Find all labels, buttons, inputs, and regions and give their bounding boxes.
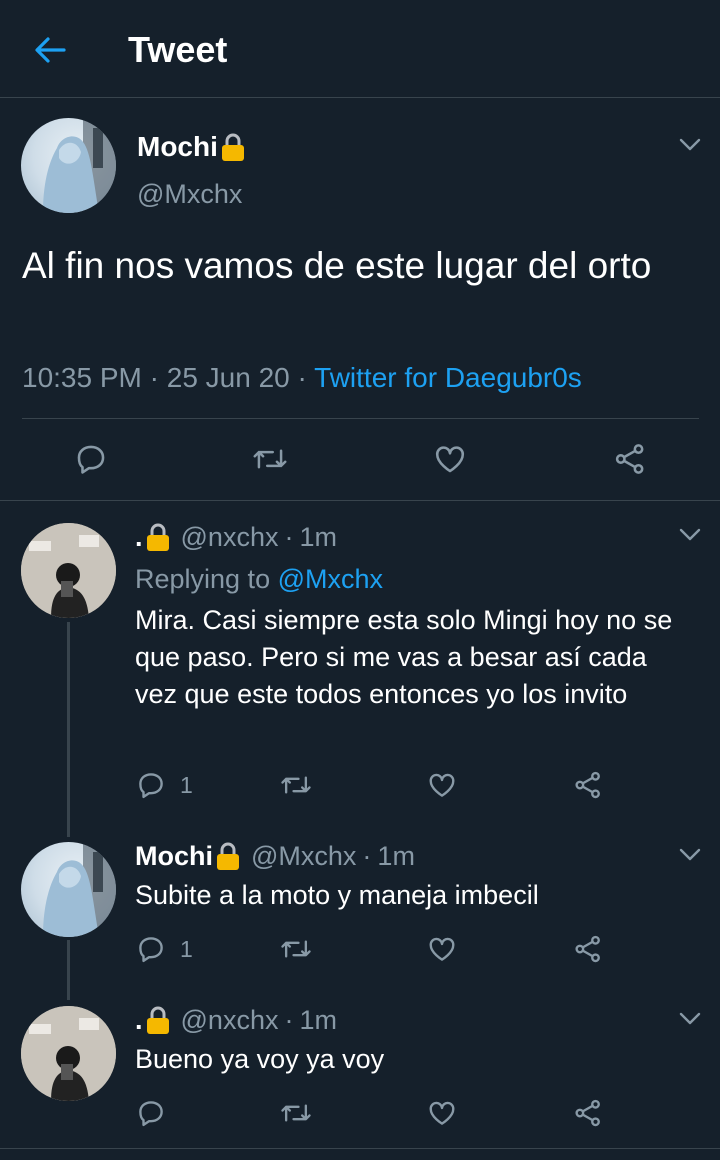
retweet-button[interactable] [252,442,288,476]
reply-header: . @nxchx · 1m [135,1003,337,1037]
replying-to-link[interactable]: @Mxchx [278,564,383,594]
like-button[interactable] [427,770,457,800]
meta-separator: · [297,362,307,393]
thread-connector [67,622,70,837]
retweet-button[interactable] [280,1098,312,1128]
tweet-date[interactable]: 25 Jun 20 [167,362,290,393]
reply-time[interactable]: 1m [377,839,415,873]
reply-author-name[interactable]: . [135,1003,143,1037]
retweet-icon [281,1104,311,1122]
meta-separator: · [284,522,294,552]
share-icon [575,935,600,963]
reply-text: Bueno ya voy ya voy [135,1044,385,1074]
reply-icon [77,445,105,474]
reply-icon [139,773,163,799]
divider [0,1148,720,1149]
meta-separator: · [362,841,372,871]
lock-icon [220,132,246,162]
retweet-button[interactable] [280,770,312,800]
like-button[interactable] [427,1098,457,1128]
like-button[interactable] [432,442,468,476]
reply-count: 1 [180,771,193,798]
avatar-image [43,118,116,213]
reply-header: . @nxchx · 1m [135,520,337,554]
chevron-down-icon[interactable] [675,843,705,867]
divider [22,418,699,419]
heart-icon [435,446,465,473]
tweet-time: 10:35 PM [22,362,142,393]
reply-icon [139,937,163,963]
heart-icon [429,937,455,961]
avatar-image [21,1006,116,1101]
reply-time[interactable]: 1m [299,520,337,554]
reply-time[interactable]: 1m [299,1003,337,1037]
reply-text: Subite a la moto y maneja imbecil [135,880,539,910]
heart-icon [429,773,455,797]
tweet-meta: 10:35 PM · 25 Jun 20 · Twitter for Daegu… [22,360,582,396]
avatar[interactable] [21,1006,116,1101]
avatar-image [21,523,116,618]
tweet-actions [0,436,720,484]
chevron-down-icon[interactable] [675,133,705,157]
heart-icon [429,1101,455,1125]
tweet-text: Al fin nos vamos de este lugar del orto [22,245,652,286]
reply-author-handle[interactable]: @nxchx [181,520,279,554]
tweet-source-link[interactable]: Twitter for Daegubr0s [314,362,582,393]
replying-to-label: Replying to [135,564,271,594]
reply-icon [139,1101,163,1127]
avatar[interactable] [21,842,116,937]
avatar-image [43,842,116,937]
replying-to: Replying to @Mxchx [135,562,383,596]
chevron-down-icon[interactable] [675,1007,705,1031]
thread-connector [67,940,70,1000]
reply-author-name[interactable]: . [135,520,143,554]
like-button[interactable] [427,934,457,964]
reply-count: 1 [180,935,193,962]
retweet-icon [253,449,287,469]
reply-button[interactable]: 1 [136,770,193,800]
retweet-button[interactable] [280,934,312,964]
avatar[interactable] [21,523,116,618]
share-icon [575,771,600,799]
top-bar: Tweet [0,0,720,98]
meta-separator: · [284,1005,294,1035]
lock-icon [145,522,171,552]
author-name-text: Mochi [137,131,218,162]
divider [0,500,720,501]
share-icon [575,1099,600,1127]
chevron-down-icon[interactable] [675,523,705,547]
reply-button[interactable] [74,442,108,476]
reply-button[interactable]: 1 [136,934,193,964]
avatar[interactable] [21,118,116,213]
back-button[interactable] [30,30,70,70]
reply-button[interactable] [136,1098,180,1128]
share-button[interactable] [573,1098,603,1128]
page-title: Tweet [128,29,228,70]
author-name[interactable]: Mochi [137,130,246,164]
arrow-left-icon [35,37,66,63]
share-button[interactable] [612,442,648,476]
reply-header: Mochi @Mxchx · 1m [135,839,415,873]
reply-author-handle[interactable]: @nxchx [181,1003,279,1037]
meta-separator: · [149,362,159,393]
lock-icon [215,841,241,871]
reply-text: Mira. Casi siempre esta solo Mingi hoy n… [135,605,673,709]
share-button[interactable] [573,934,603,964]
lock-icon [145,1005,171,1035]
author-handle[interactable]: @Mxchx [137,177,242,211]
share-button[interactable] [573,770,603,800]
retweet-icon [281,940,311,958]
share-icon [615,444,644,474]
retweet-icon [281,776,311,794]
reply-author-handle[interactable]: @Mxchx [251,839,356,873]
reply-author-name[interactable]: Mochi [135,839,213,873]
